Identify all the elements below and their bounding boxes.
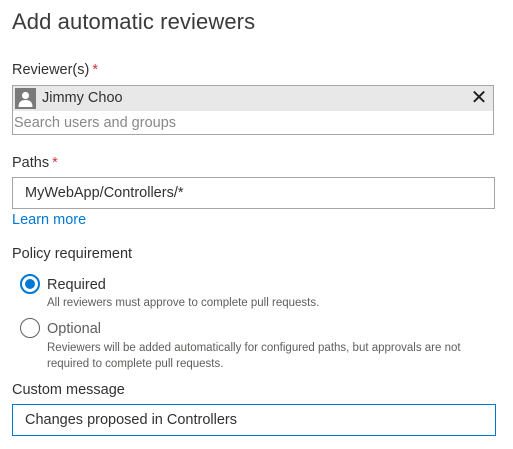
paths-input[interactable] [12, 177, 495, 209]
reviewer-search-input[interactable] [13, 113, 492, 133]
paths-label-text: Paths [12, 155, 50, 171]
option-optional-label[interactable]: Optional [47, 321, 101, 337]
policy-label: Policy requirement [12, 246, 133, 262]
reviewers-label-text: Reviewer(s) [12, 62, 90, 78]
radio-optional[interactable] [20, 318, 40, 338]
reviewer-chip: Jimmy Choo ✕ [13, 86, 493, 111]
option-required-label[interactable]: Required [47, 277, 106, 293]
user-icon [15, 88, 36, 109]
option-required-description: All reviewers must approve to complete p… [47, 297, 320, 309]
option-optional-description-line2: required to complete pull requests. [47, 358, 224, 370]
paths-label: Paths * [12, 155, 58, 171]
reviewers-picker[interactable]: Jimmy Choo ✕ [12, 85, 494, 135]
custom-message-input[interactable] [12, 404, 496, 436]
required-asterisk: * [52, 155, 58, 171]
close-icon[interactable]: ✕ [468, 87, 490, 109]
radio-required[interactable] [20, 274, 40, 294]
option-optional-description-line1: Reviewers will be added automatically fo… [47, 342, 461, 354]
required-asterisk: * [92, 62, 98, 78]
reviewer-name: Jimmy Choo [42, 90, 123, 106]
page-title: Add automatic reviewers [12, 9, 256, 34]
learn-more-link[interactable]: Learn more [12, 212, 86, 228]
custom-message-label: Custom message [12, 382, 125, 398]
reviewers-label: Reviewer(s) * [12, 62, 98, 78]
